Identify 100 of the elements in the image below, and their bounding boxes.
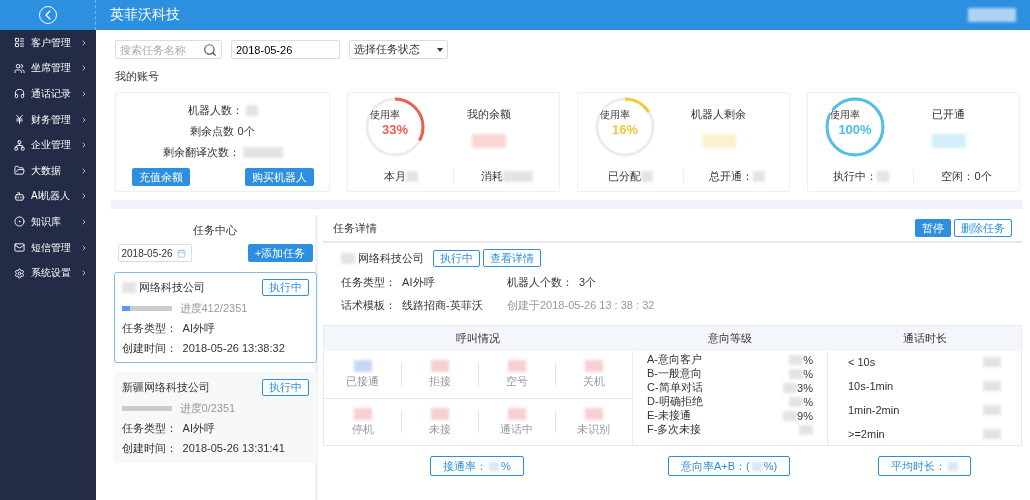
duration-label: 1min-2min xyxy=(848,404,900,416)
calendar-icon[interactable] xyxy=(176,248,186,258)
task-card[interactable]: 新疆网络科技公司 执行中 进度0/2351 任务类型： AI外呼 创建时间： 2018-05-26 13:31:41 xyxy=(113,372,317,463)
call-label: 已接通 xyxy=(346,374,379,389)
panel-title: 任务中心 xyxy=(193,223,237,238)
section-title: 我的账号 xyxy=(115,69,160,84)
blurred-value xyxy=(931,133,966,148)
gauge-caption: 使用率 xyxy=(370,110,400,120)
chevron-icon xyxy=(80,64,88,73)
view-details-button[interactable]: 查看详情 xyxy=(483,249,541,267)
date-field[interactable]: 2018-05-26 xyxy=(117,244,192,262)
sidebar-item[interactable]: 企业管理 xyxy=(0,132,96,158)
card-footer-text: 消耗 xyxy=(480,169,503,184)
card-footer-text: 执行中： xyxy=(832,169,877,184)
blurred-value xyxy=(789,354,804,365)
gauge-reading: 33% xyxy=(382,122,408,137)
menu-item-icon xyxy=(14,37,25,49)
sidebar-item[interactable]: 系统设置 xyxy=(0,260,96,286)
call-label: 停机 xyxy=(351,421,374,437)
intent-label: A-意向客户 xyxy=(647,352,702,367)
menu-item-icon xyxy=(14,62,25,74)
gauge-reading: 100% xyxy=(838,122,872,137)
duration-label: 10s-1min xyxy=(848,380,894,392)
call-label: 未接 xyxy=(428,421,451,437)
menu-item-icon xyxy=(14,165,25,177)
blurred-value xyxy=(751,461,762,471)
search-icon[interactable] xyxy=(203,42,217,57)
call-label: 关机 xyxy=(582,374,605,389)
task-card[interactable]: 网络科技公司 执行中 进度412/2351 任务类型： AI外呼 创建时间： 2018-05-26 13:38:32 xyxy=(113,272,317,363)
chevron-icon xyxy=(80,192,88,201)
status-tag: 执行中 xyxy=(261,279,309,296)
chevron-icon xyxy=(80,90,88,98)
status-dropdown[interactable]: 选择任务状态 xyxy=(349,40,448,59)
call-label: 通话中 xyxy=(500,421,533,437)
blurred-avatar xyxy=(968,8,1016,22)
intent-value: 9% xyxy=(797,409,813,422)
blurred-value xyxy=(799,424,813,435)
intent-label: D-明确拒绝 xyxy=(647,394,703,409)
card-footer-text: 总开通： xyxy=(708,169,753,184)
account-info: 机器人数： xyxy=(187,103,243,118)
intent-label: B-一般意向 xyxy=(647,366,702,381)
sidebar-item[interactable]: 通话记录 xyxy=(0,81,96,107)
intent-label: C-简单对话 xyxy=(647,380,703,395)
app-title: 英菲沃科技 xyxy=(110,6,180,24)
summary-button[interactable]: 接通率： % xyxy=(430,456,524,476)
menu-item-icon xyxy=(14,88,25,100)
summary-button[interactable]: 平均时长： xyxy=(878,456,971,476)
intent-label: F-多次未接 xyxy=(647,422,702,437)
detail-field: 话术模板： 线路招商-英菲沃 xyxy=(341,298,507,313)
card-footer-text: 已分配 xyxy=(608,169,641,184)
sidebar-item[interactable]: 客户管理 xyxy=(0,30,96,56)
detail-field: 任务类型： AI外呼 xyxy=(341,275,507,290)
sidebar-item[interactable]: 短信管理 xyxy=(0,234,96,261)
menu-item-icon xyxy=(14,190,25,202)
panel-title: 任务详情 xyxy=(333,220,377,236)
duration-label: >=2min xyxy=(848,428,885,440)
call-label: 空号 xyxy=(505,374,528,389)
sidebar-item[interactable]: AI机器人 xyxy=(0,183,96,210)
menu-item-icon xyxy=(14,267,25,279)
blurred-value xyxy=(783,382,798,393)
dropdown-arrow-icon xyxy=(437,47,443,52)
chevron-icon xyxy=(80,38,88,47)
status-tag: 执行中 xyxy=(261,379,309,396)
menu-item-icon xyxy=(14,216,25,228)
sidebar-item[interactable]: 坐席管理 xyxy=(0,55,96,82)
blurred-value xyxy=(789,368,804,379)
chevron-icon xyxy=(80,243,88,252)
blurred-value xyxy=(983,357,1001,367)
sidebar-item[interactable]: 知识库 xyxy=(0,209,96,235)
action-button[interactable]: 删除任务 xyxy=(954,219,1012,237)
intent-value: % xyxy=(803,353,813,366)
intent-value: 3% xyxy=(797,381,813,394)
card-title: 已开通 xyxy=(932,106,965,122)
menu-item-icon xyxy=(14,114,25,126)
chevron-icon xyxy=(80,166,88,175)
blurred-value xyxy=(789,396,804,407)
duration-label: < 10s xyxy=(848,356,876,368)
intent-value: % xyxy=(803,395,813,408)
blurred-value xyxy=(983,381,1001,391)
progress-text: 进度412/2351 xyxy=(179,301,248,316)
search-field[interactable]: 搜索任务名称 xyxy=(115,40,222,59)
card-title: 机器人剩余 xyxy=(691,106,746,122)
menu-item-icon xyxy=(14,139,25,151)
date-field[interactable]: 2018-05-26 xyxy=(231,40,340,59)
blurred-value xyxy=(948,461,958,471)
created-time: 创建时间： 2018-05-26 13:31:41 xyxy=(121,441,286,456)
company-name: 网络科技公司 xyxy=(138,280,205,295)
company-name: 新疆网络科技公司 xyxy=(121,380,210,395)
column-header: 通话时长 xyxy=(828,326,1021,351)
status-tag: 执行中 xyxy=(433,249,480,267)
column-header: 呼叫情况 xyxy=(324,326,632,351)
chevron-icon xyxy=(80,141,88,150)
gauge-reading: 16% xyxy=(612,122,638,137)
account-info: 剩余点数 0个 xyxy=(190,124,255,139)
task-type: 任务类型： AI外呼 xyxy=(121,421,216,436)
sidebar-item[interactable]: 财务管理 xyxy=(0,106,96,133)
card-footer-text: 本月 xyxy=(383,169,406,184)
sidebar-item[interactable]: 大数据 xyxy=(0,157,96,184)
summary-button[interactable]: 意向率A+B：( %) xyxy=(667,456,791,476)
account-info: 剩余翻译次数： xyxy=(162,145,240,160)
